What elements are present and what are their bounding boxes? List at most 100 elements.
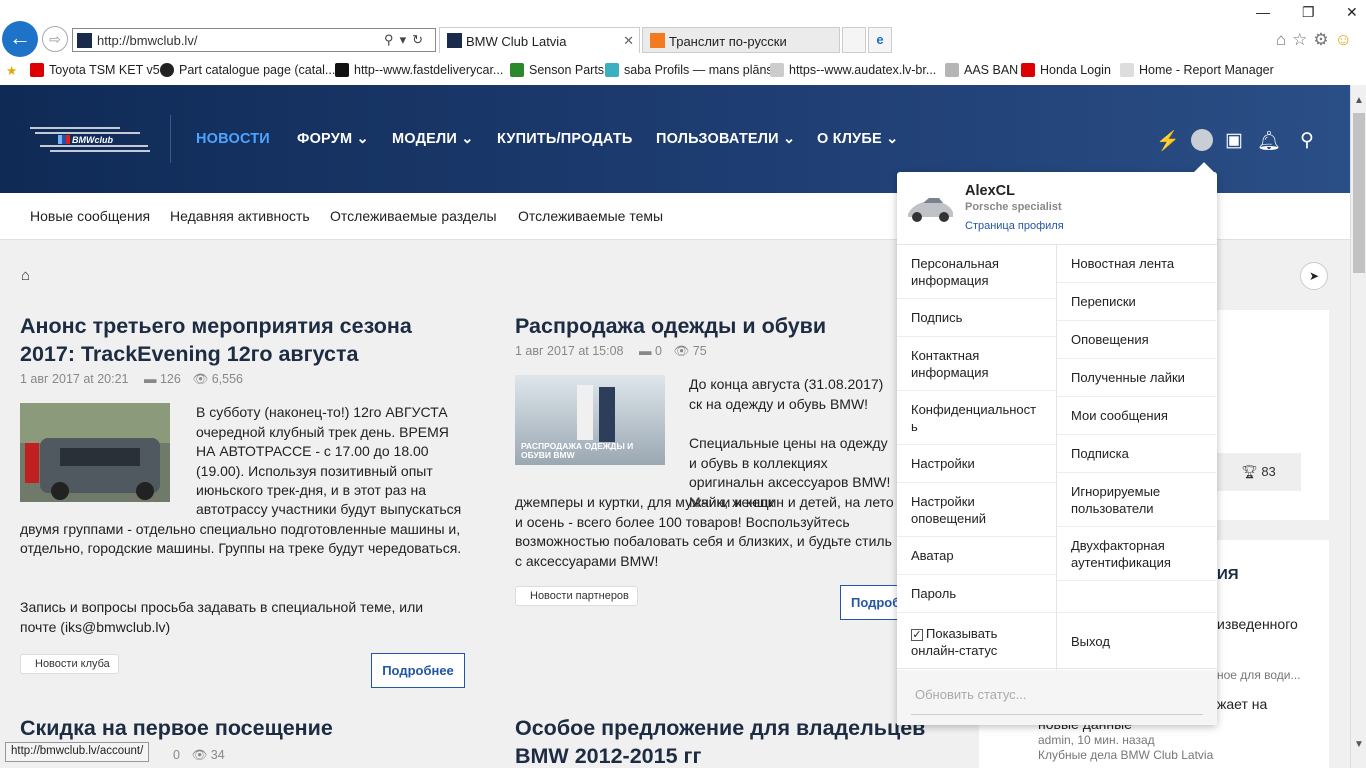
favorite-item[interactable]: Home - Report Manager [1120, 63, 1274, 77]
compass-icon[interactable]: ➤ [1300, 262, 1328, 290]
favorite-item[interactable]: Senson Parts [510, 63, 604, 77]
article-tag[interactable]: Новости клуба [20, 654, 119, 674]
profile-link[interactable]: Страница профиля [965, 220, 1064, 232]
star-icon[interactable]: ☆ [1292, 30, 1313, 49]
nav-models[interactable]: МОДЕЛИ ⌄ [392, 131, 474, 147]
subnav-watched-threads[interactable]: Отслеживаемые темы [518, 208, 663, 224]
menu-contact-info[interactable]: Контактная информация [897, 337, 1056, 391]
menu-subscription[interactable]: Подписка [1057, 435, 1216, 473]
article-title[interactable]: Скидка на первое посещение [20, 714, 460, 742]
bell-icon[interactable]: 🔔︎ [1257, 129, 1281, 152]
scroll-thumb[interactable] [1353, 113, 1365, 273]
address-bar[interactable]: http://bmwclub.lv/ ⚲▾↻ [72, 28, 436, 52]
image-figure [599, 387, 615, 442]
sidebar-text[interactable]: изведенного [1217, 616, 1298, 632]
menu-signature[interactable]: Подпись [897, 299, 1056, 337]
subnav-recent-activity[interactable]: Недавняя активность [170, 208, 310, 224]
menu-avatar[interactable]: Аватар [897, 537, 1056, 575]
menu-privacy[interactable]: Конфиденциальность [897, 391, 1056, 445]
menu-conversations[interactable]: Переписки [1057, 283, 1216, 321]
subnav-watched-forums[interactable]: Отслеживаемые разделы [330, 208, 497, 224]
bmw-club-logo[interactable]: BMWclub [30, 124, 150, 154]
menu-notification-settings[interactable]: Настройки оповещений [897, 483, 1056, 537]
restore-icon[interactable]: ❐ [1302, 4, 1315, 21]
favorites-star-icon[interactable]: ★ [6, 63, 17, 78]
read-more-button[interactable]: Подробнее [371, 653, 465, 688]
lightning-icon[interactable]: ⚡ [1156, 129, 1180, 152]
tab-bmw-club[interactable]: BMW Club Latvia ✕ [439, 27, 640, 53]
menu-password[interactable]: Пароль [897, 575, 1056, 613]
favorite-item[interactable]: Honda Login [1021, 63, 1111, 77]
status-bar-url: http://bmwclub.lv/account/ [5, 742, 150, 762]
username[interactable]: AlexCL [965, 183, 1015, 199]
online-status-label: Показывать онлайн-статус [911, 625, 998, 658]
nav-forum[interactable]: ФОРУМ ⌄ [297, 131, 369, 147]
views-icon: 👁︎ [673, 344, 690, 358]
inbox-icon[interactable]: ▣ [1223, 129, 1245, 151]
views-icon: 👁︎ [192, 372, 209, 386]
article-title[interactable]: Особое предложение для владельцев BMW 20… [515, 714, 935, 770]
menu-two-step[interactable]: Двухфакторная аутентификация [1057, 527, 1216, 581]
nav-news[interactable]: НОВОСТИ [196, 131, 270, 147]
sidebar-meta[interactable]: Клубные дела BMW Club Latvia [1038, 748, 1213, 762]
close-tab-icon[interactable]: ✕ [623, 33, 634, 49]
back-button[interactable]: ← [2, 21, 38, 57]
menu-news-feed[interactable]: Новостная лента [1057, 245, 1216, 283]
article-meta: 0 👁︎ 34 [173, 748, 225, 763]
minimize-icon[interactable]: — [1256, 4, 1270, 20]
scroll-down-icon[interactable]: ▼ [1354, 739, 1364, 750]
home-icon[interactable]: ⌂ [21, 267, 30, 284]
status-update-box[interactable]: Обновить статус... [897, 670, 1217, 725]
sidebar-text[interactable]: жает на [1217, 696, 1267, 712]
article-date: 1 авг 2017 at 15:08 [515, 344, 624, 358]
favorite-item[interactable]: saba Profils — mans plāns [605, 63, 773, 77]
favorite-item[interactable]: https--www.audatex.lv-br... [770, 63, 936, 77]
article-image[interactable]: РАСПРОДАЖА ОДЕЖДЫ И ОБУВИ BMW [515, 375, 665, 465]
favorite-item[interactable]: Toyota TSM KET v5 [30, 63, 160, 77]
nav-about[interactable]: О КЛУБЕ ⌄ [817, 131, 898, 147]
menu-my-posts[interactable]: Мои сообщения [1057, 397, 1216, 435]
scroll-up-icon[interactable]: ▲ [1354, 95, 1364, 106]
close-window-icon[interactable]: ✕ [1346, 4, 1358, 21]
tab-translit[interactable]: Транслит по-русски [642, 27, 840, 53]
sidebar-meta: admin, 10 мин. назад [1038, 733, 1155, 747]
read-more-button[interactable]: Подроб [840, 585, 900, 620]
gear-icon[interactable]: ⚙ [1313, 30, 1334, 49]
favorite-item[interactable]: AAS BAN [945, 63, 1018, 77]
home-icon[interactable]: ⌂ [1276, 30, 1292, 49]
trophy-points[interactable]: 🏆︎ 83 [1216, 453, 1301, 491]
status-input[interactable]: Обновить статус... [915, 687, 1027, 702]
header-divider [170, 115, 171, 163]
page-scrollbar[interactable]: ▲ ▼ [1350, 85, 1366, 768]
menu-logout[interactable]: Выход [1057, 613, 1216, 670]
nav-users[interactable]: ПОЛЬЗОВАТЕЛИ ⌄ [656, 131, 795, 147]
online-status-checkbox[interactable]: ✓ [911, 628, 923, 641]
new-tab-button[interactable] [842, 27, 866, 53]
article-tag[interactable]: Новости партнеров [515, 586, 638, 606]
ie-icon[interactable]: e [868, 27, 892, 53]
svg-text:BMWclub: BMWclub [72, 135, 113, 145]
sidebar-text[interactable]: ное для води... [1217, 668, 1301, 682]
user-avatar[interactable] [905, 190, 955, 226]
address-url[interactable]: http://bmwclub.lv/ [97, 33, 197, 48]
status-underline [911, 714, 1203, 715]
article-title[interactable]: Анонс третьего мероприятия сезона 2017: … [20, 312, 460, 368]
article-title[interactable]: Распродажа одежды и обуви [515, 312, 955, 340]
favorite-item[interactable]: Part catalogue page (catal... [160, 63, 335, 77]
article-image[interactable] [20, 403, 170, 502]
menu-likes-received[interactable]: Полученные лайки [1057, 359, 1216, 397]
menu-alerts[interactable]: Оповещения [1057, 321, 1216, 359]
menu-online-status[interactable]: ✓ Показывать онлайн-статус [897, 613, 1056, 670]
menu-settings[interactable]: Настройки [897, 445, 1056, 483]
smiley-icon[interactable]: ☺ [1335, 30, 1358, 49]
menu-personal-info[interactable]: Персональная информация [897, 245, 1056, 299]
nav-buy-sell[interactable]: КУПИТЬ/ПРОДАТЬ [497, 131, 633, 147]
article-meta: 1 авг 2017 at 15:08 ▬ 0 👁︎ 75 [515, 344, 707, 359]
menu-ignored-users[interactable]: Игнорируемые пользователи [1057, 473, 1216, 527]
address-tools[interactable]: ⚲▾↻ [384, 32, 429, 48]
subnav-new-posts[interactable]: Новые сообщения [30, 208, 150, 224]
favorite-item[interactable]: http--www.fastdeliverycar... [335, 63, 503, 77]
user-avatar-icon[interactable] [1191, 129, 1213, 151]
search-icon[interactable]: ⚲ [1296, 129, 1318, 151]
forward-button[interactable]: ⇨ [42, 26, 68, 52]
